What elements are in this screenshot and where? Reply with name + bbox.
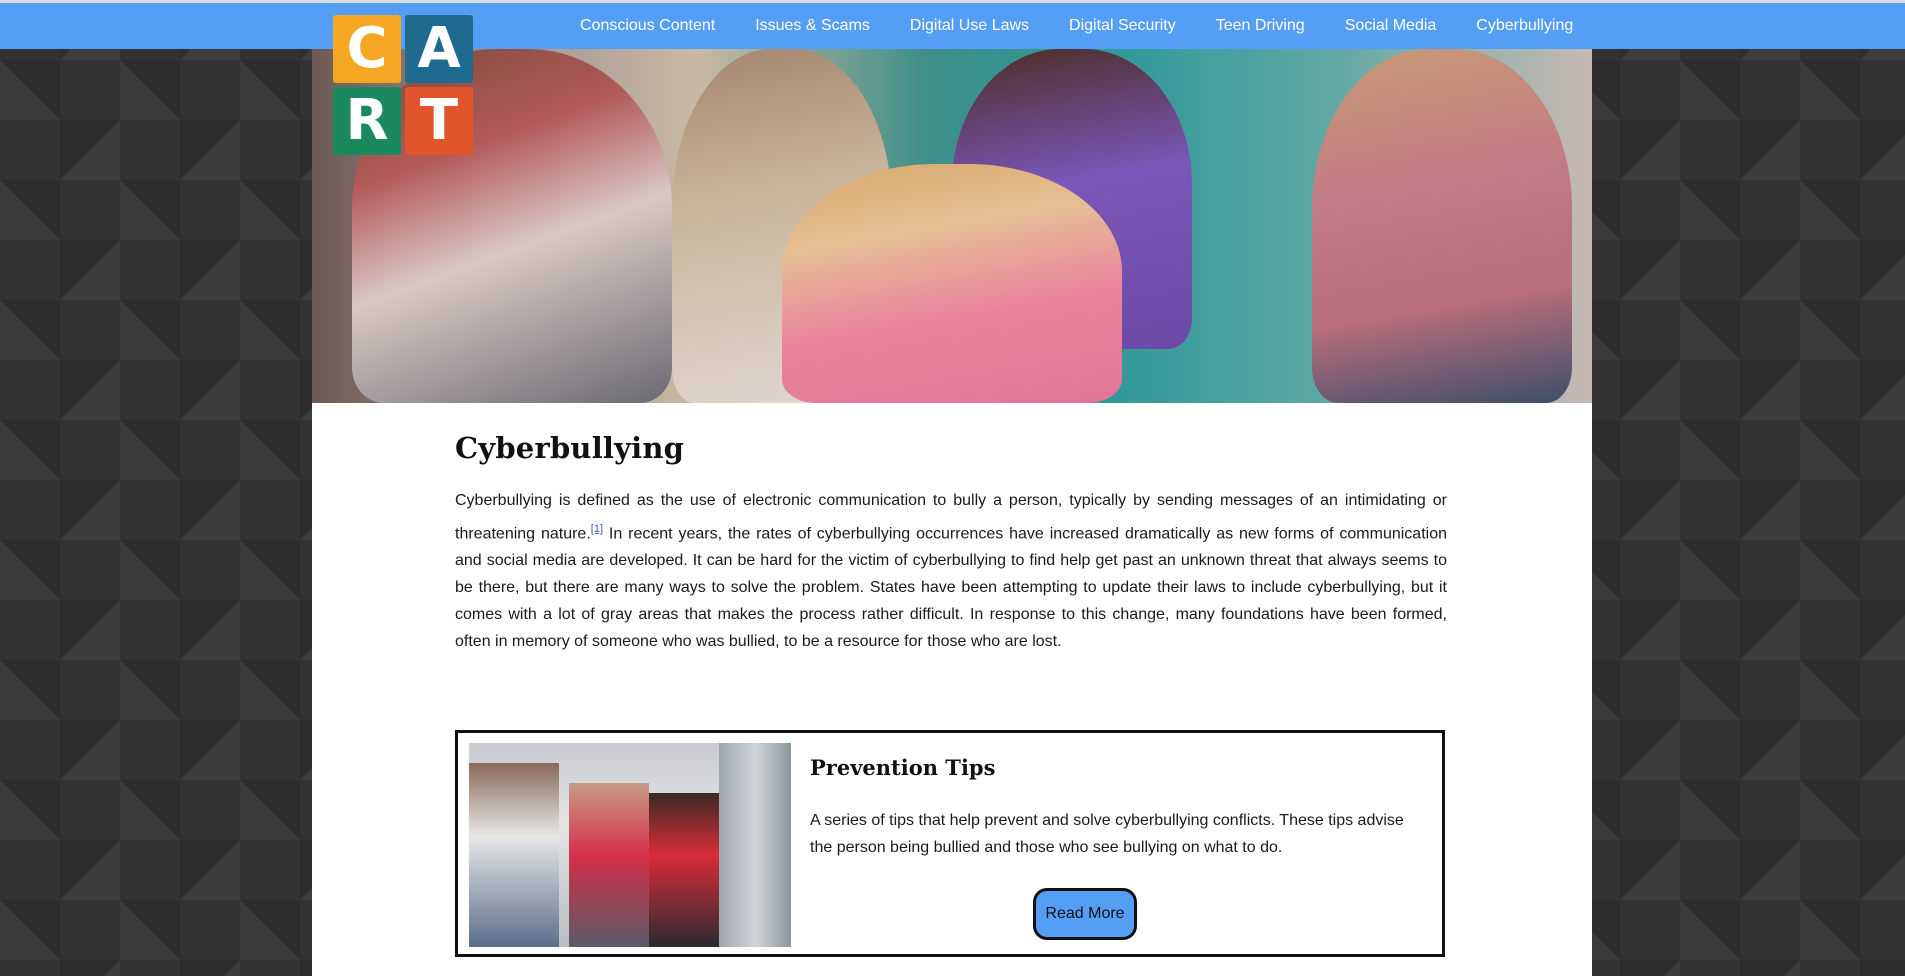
top-navigation-bar: Conscious Content Issues & Scams Digital… [0,3,1905,49]
article: Cyberbullying Cyberbullying is defined a… [455,403,1447,671]
read-more-button[interactable]: Read More [1033,888,1137,940]
page-title: Cyberbullying [455,431,685,465]
logo-tile-r: R [333,87,401,155]
main-content: Cyberbullying Cyberbullying is defined a… [312,403,1592,976]
photo-lockers [719,743,791,947]
photo-person-figure [649,793,719,947]
card-title: Prevention Tips [810,755,996,780]
nav-item-issues-scams[interactable]: Issues & Scams [735,17,890,35]
logo-tile-c: C [333,15,401,83]
nav-item-digital-security[interactable]: Digital Security [1049,17,1196,35]
nav-item-cyberbullying[interactable]: Cyberbullying [1456,17,1573,35]
photo-person-figure [469,763,559,947]
nav-item-social-media[interactable]: Social Media [1325,17,1457,35]
intro-paragraph: Cyberbullying is defined as the use of e… [455,487,1447,655]
intro-text-part2: In recent years, the rates of cyberbully… [455,525,1447,651]
card-description: A series of tips that help prevent and s… [810,812,1404,856]
logo-tile-t: T [405,87,473,155]
students-lockers-image [469,743,791,947]
prevention-tips-card: Prevention Tips A series of tips that he… [455,730,1445,957]
footnote-link[interactable]: [1] [591,523,603,535]
nav-menu: Conscious Content Issues & Scams Digital… [560,3,1573,49]
logo-tile-a: A [405,15,473,83]
nav-item-digital-use-laws[interactable]: Digital Use Laws [890,17,1049,35]
cart-logo[interactable]: C A R T [333,15,473,155]
hero-child-figure [1312,49,1572,403]
nav-item-conscious-content[interactable]: Conscious Content [560,17,735,35]
hero-sad-girl-figure [782,164,1122,403]
photo-person-figure [569,783,649,947]
nav-item-teen-driving[interactable]: Teen Driving [1196,17,1325,35]
hero-banner-image [312,49,1592,403]
